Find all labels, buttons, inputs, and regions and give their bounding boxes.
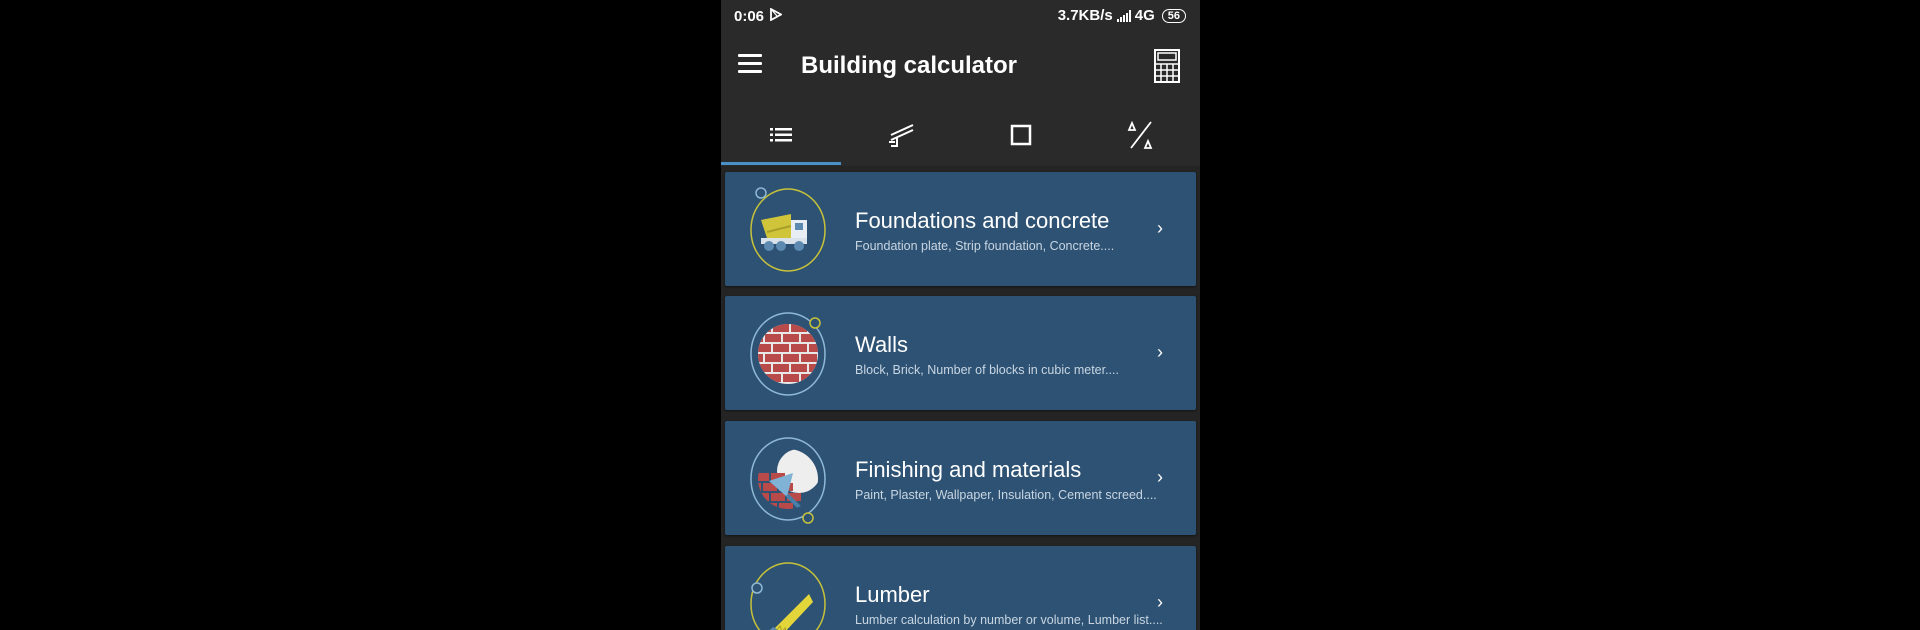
- list-icon: [769, 127, 792, 141]
- chevron-right-icon: ›: [1157, 218, 1163, 238]
- category-card-foundations[interactable]: Foundations and concrete Foundation plat…: [725, 172, 1196, 286]
- category-subtitle: Foundation plate, Strip foundation, Conc…: [855, 239, 1115, 253]
- tab-indicator: [721, 162, 841, 165]
- category-subtitle: Lumber calculation by number or volume, …: [855, 613, 1163, 627]
- tab-geometry[interactable]: [1081, 104, 1200, 165]
- category-title: Foundations and concrete: [855, 208, 1110, 233]
- battery-level: 56: [1167, 9, 1180, 22]
- network-type: 4G: [1134, 7, 1155, 24]
- chevron-right-icon: ›: [1157, 467, 1163, 487]
- square-icon: [1010, 124, 1032, 145]
- trowel-icon: [888, 123, 914, 147]
- menu-button[interactable]: [738, 54, 762, 74]
- app-title: Building calculator: [801, 52, 1018, 79]
- category-subtitle: Block, Brick, Number of blocks in cubic …: [855, 363, 1119, 377]
- app-bar: Building calculator: [721, 32, 1200, 102]
- triangle-ruler-icon: [1127, 120, 1153, 149]
- saw-icon: [750, 562, 826, 630]
- phone-screen: 0:06 3.7KB/s 4G 56 Building calculator F…: [721, 0, 1200, 630]
- play-store-icon: [770, 7, 783, 25]
- signal-icon: [1116, 9, 1131, 22]
- status-indicators: 3.7KB/s 4G 56: [1058, 7, 1186, 24]
- network-speed: 3.7KB/s: [1057, 7, 1113, 24]
- tab-bar: [721, 104, 1200, 165]
- brick-wall-icon: [750, 312, 826, 396]
- tab-finishing[interactable]: [841, 104, 961, 165]
- status-time: 0:06: [734, 8, 765, 25]
- concrete-mixer-icon: [750, 187, 826, 272]
- battery-icon: 56: [1161, 8, 1186, 23]
- tab-area[interactable]: [961, 104, 1081, 165]
- category-card-lumber[interactable]: Lumber Lumber calculation by number or v…: [725, 546, 1196, 630]
- category-list: Foundations and concrete Foundation plat…: [721, 166, 1200, 630]
- category-title: Lumber: [855, 582, 930, 607]
- chevron-right-icon: ›: [1157, 592, 1163, 612]
- category-title: Walls: [855, 332, 908, 357]
- tab-list[interactable]: [721, 104, 841, 165]
- calculator-icon: [1154, 49, 1180, 83]
- category-subtitle: Paint, Plaster, Wallpaper, Insulation, C…: [855, 488, 1157, 502]
- status-bar: 0:06 3.7KB/s 4G 56: [721, 0, 1200, 32]
- chevron-right-icon: ›: [1157, 342, 1163, 362]
- calculator-button[interactable]: [1154, 49, 1180, 83]
- category-title: Finishing and materials: [855, 457, 1082, 482]
- category-card-finishing[interactable]: Finishing and materials Paint, Plaster, …: [725, 421, 1196, 535]
- trowel-wall-icon: [750, 437, 826, 524]
- category-card-walls[interactable]: Walls Block, Brick, Number of blocks in …: [725, 296, 1196, 410]
